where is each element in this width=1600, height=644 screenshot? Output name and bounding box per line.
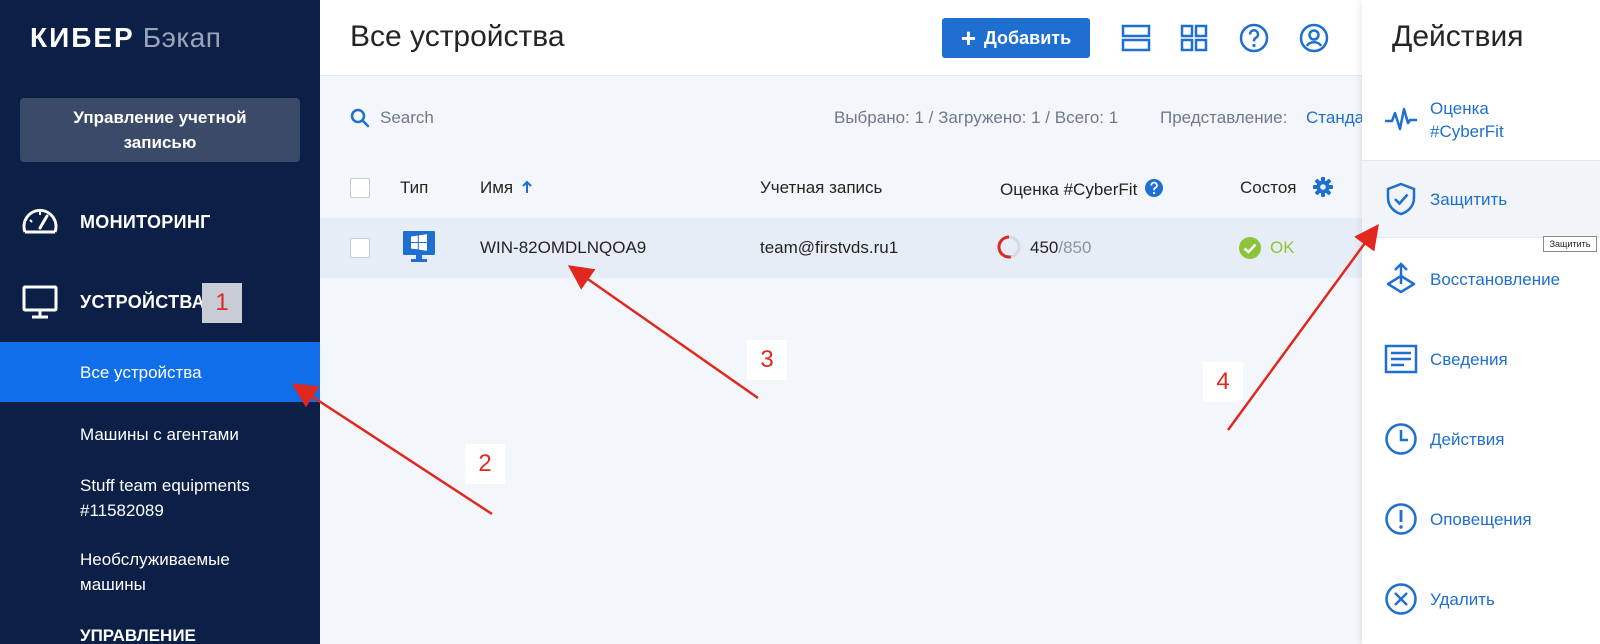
- table-header: Тип Имя Учетная запись Оценка #CyberFit …: [320, 162, 1362, 214]
- action-delete[interactable]: Удалить: [1362, 560, 1600, 638]
- nav-devices-label: УСТРОЙСТВА: [80, 291, 206, 312]
- nav-monitoring[interactable]: МОНИТОРИНГ: [0, 192, 320, 252]
- plus-icon: +: [960, 23, 976, 53]
- sidebar-item-label: Необслуживаемые машины: [80, 550, 230, 594]
- action-activities[interactable]: Действия: [1362, 400, 1600, 478]
- action-label: Действия: [1430, 429, 1505, 449]
- sidebar-item-agent-machines[interactable]: Машины с агентами: [0, 416, 320, 452]
- list-view-icon[interactable]: [1120, 22, 1152, 54]
- column-cyberfit[interactable]: Оценка #CyberFit: [1000, 178, 1164, 200]
- column-account[interactable]: Учетная запись: [760, 178, 882, 198]
- row-checkbox[interactable]: [350, 238, 370, 258]
- cyberfit-score-value: 450: [1030, 238, 1059, 257]
- action-details[interactable]: Сведения: [1362, 320, 1600, 398]
- toolbar: Выбрано: 1 / Загружено: 1 / Всего: 1 Пре…: [320, 96, 1409, 140]
- sidebar: КИБЕР Бэкап Управление учетной записью М…: [0, 0, 320, 644]
- gear-icon[interactable]: [1312, 176, 1334, 198]
- delete-icon: [1385, 583, 1417, 615]
- help-icon[interactable]: [1238, 22, 1270, 54]
- status-badge: OK: [1270, 238, 1295, 257]
- monitor-icon: [22, 285, 58, 319]
- action-protect[interactable]: Защитить: [1362, 160, 1600, 238]
- user-profile-icon[interactable]: [1298, 22, 1330, 54]
- pulse-icon: [1385, 107, 1417, 131]
- details-icon: [1384, 344, 1418, 374]
- alert-icon: [1385, 503, 1417, 535]
- gauge-icon: [22, 209, 58, 234]
- sidebar-item-label: Все устройства: [80, 362, 202, 382]
- column-cyberfit-label: Оценка #CyberFit: [1000, 180, 1138, 199]
- table-row[interactable]: WIN-82OMDLNQOA9 team@firstvds.ru1 450/85…: [320, 218, 1362, 278]
- device-name[interactable]: WIN-82OMDLNQOA9: [480, 238, 646, 258]
- annotation-4: 4: [1203, 362, 1243, 402]
- sidebar-item-stuff-team[interactable]: Stuff team equipments #11582089: [0, 470, 320, 526]
- select-all-checkbox[interactable]: [350, 178, 370, 198]
- column-status[interactable]: Состоя: [1240, 178, 1297, 198]
- column-name-label: Имя: [480, 178, 514, 197]
- sidebar-item-label: Машины с агентами: [80, 424, 239, 444]
- column-name[interactable]: Имя: [480, 178, 533, 198]
- account-management-button[interactable]: Управление учетной записью: [20, 98, 300, 162]
- annotation-3: 3: [747, 340, 787, 380]
- arrow-3: [567, 265, 759, 400]
- action-label: Оценка #CyberFit: [1430, 99, 1504, 141]
- action-alerts[interactable]: Оповещения: [1362, 480, 1600, 558]
- action-label: Восстановление: [1430, 269, 1561, 289]
- annotation-1: 1: [202, 283, 242, 323]
- action-cyberfit[interactable]: Оценка #CyberFit: [1362, 82, 1600, 158]
- action-label: Удалить: [1430, 589, 1495, 609]
- sidebar-item-all-devices[interactable]: Все устройства: [0, 342, 320, 402]
- grid-view-icon[interactable]: [1178, 22, 1210, 54]
- sort-ascending-icon: [522, 180, 532, 193]
- panel-title: Действия: [1392, 20, 1524, 53]
- shield-icon: [1386, 182, 1416, 216]
- add-button[interactable]: + Добавить: [942, 18, 1090, 58]
- logo: КИБЕР Бэкап: [30, 22, 221, 54]
- action-label: Защитить: [1430, 189, 1508, 209]
- page-title: Все устройства: [350, 20, 565, 53]
- actions-panel: Действия Оценка #CyberFit Защитить Восст…: [1362, 0, 1600, 644]
- logo-bold: КИБЕР: [30, 22, 135, 53]
- cyberfit-score-ring-icon: [997, 235, 1021, 259]
- protect-tooltip: Защитить: [1543, 236, 1597, 252]
- clock-icon: [1385, 423, 1417, 455]
- nav-monitoring-label: МОНИТОРИНГ: [80, 211, 211, 232]
- check-circle-icon: [1239, 237, 1261, 259]
- arrow-2: [291, 383, 493, 516]
- restore-icon: [1386, 262, 1416, 294]
- cyberfit-score-max: /850: [1058, 238, 1092, 257]
- action-label: Сведения: [1430, 349, 1508, 369]
- search-icon: [350, 108, 370, 128]
- sidebar-item-unmanaged[interactable]: Необслуживаемые машины: [0, 544, 320, 600]
- nav-devices[interactable]: УСТРОЙСТВА: [0, 272, 320, 332]
- logo-light: Бэкап: [142, 22, 222, 53]
- annotation-2: 2: [465, 444, 505, 484]
- selection-counts: Выбрано: 1 / Загружено: 1 / Всего: 1: [834, 108, 1119, 127]
- sidebar-item-label: Stuff team equipments #11582089: [80, 476, 250, 520]
- header: Все устройства + Добавить: [320, 0, 1362, 76]
- windows-machine-icon: [403, 231, 435, 262]
- nav-management-label[interactable]: УПРАВЛЕНИЕ: [80, 626, 196, 644]
- help-icon[interactable]: [1144, 178, 1164, 198]
- add-button-label: Добавить: [984, 27, 1072, 48]
- device-account: team@firstvds.ru1: [760, 238, 899, 257]
- search-input[interactable]: [380, 104, 580, 132]
- column-type[interactable]: Тип: [400, 178, 428, 198]
- action-label: Оповещения: [1430, 509, 1532, 529]
- view-label: Представление:: [1160, 108, 1288, 127]
- cyberfit-score: 450/850: [1030, 238, 1091, 258]
